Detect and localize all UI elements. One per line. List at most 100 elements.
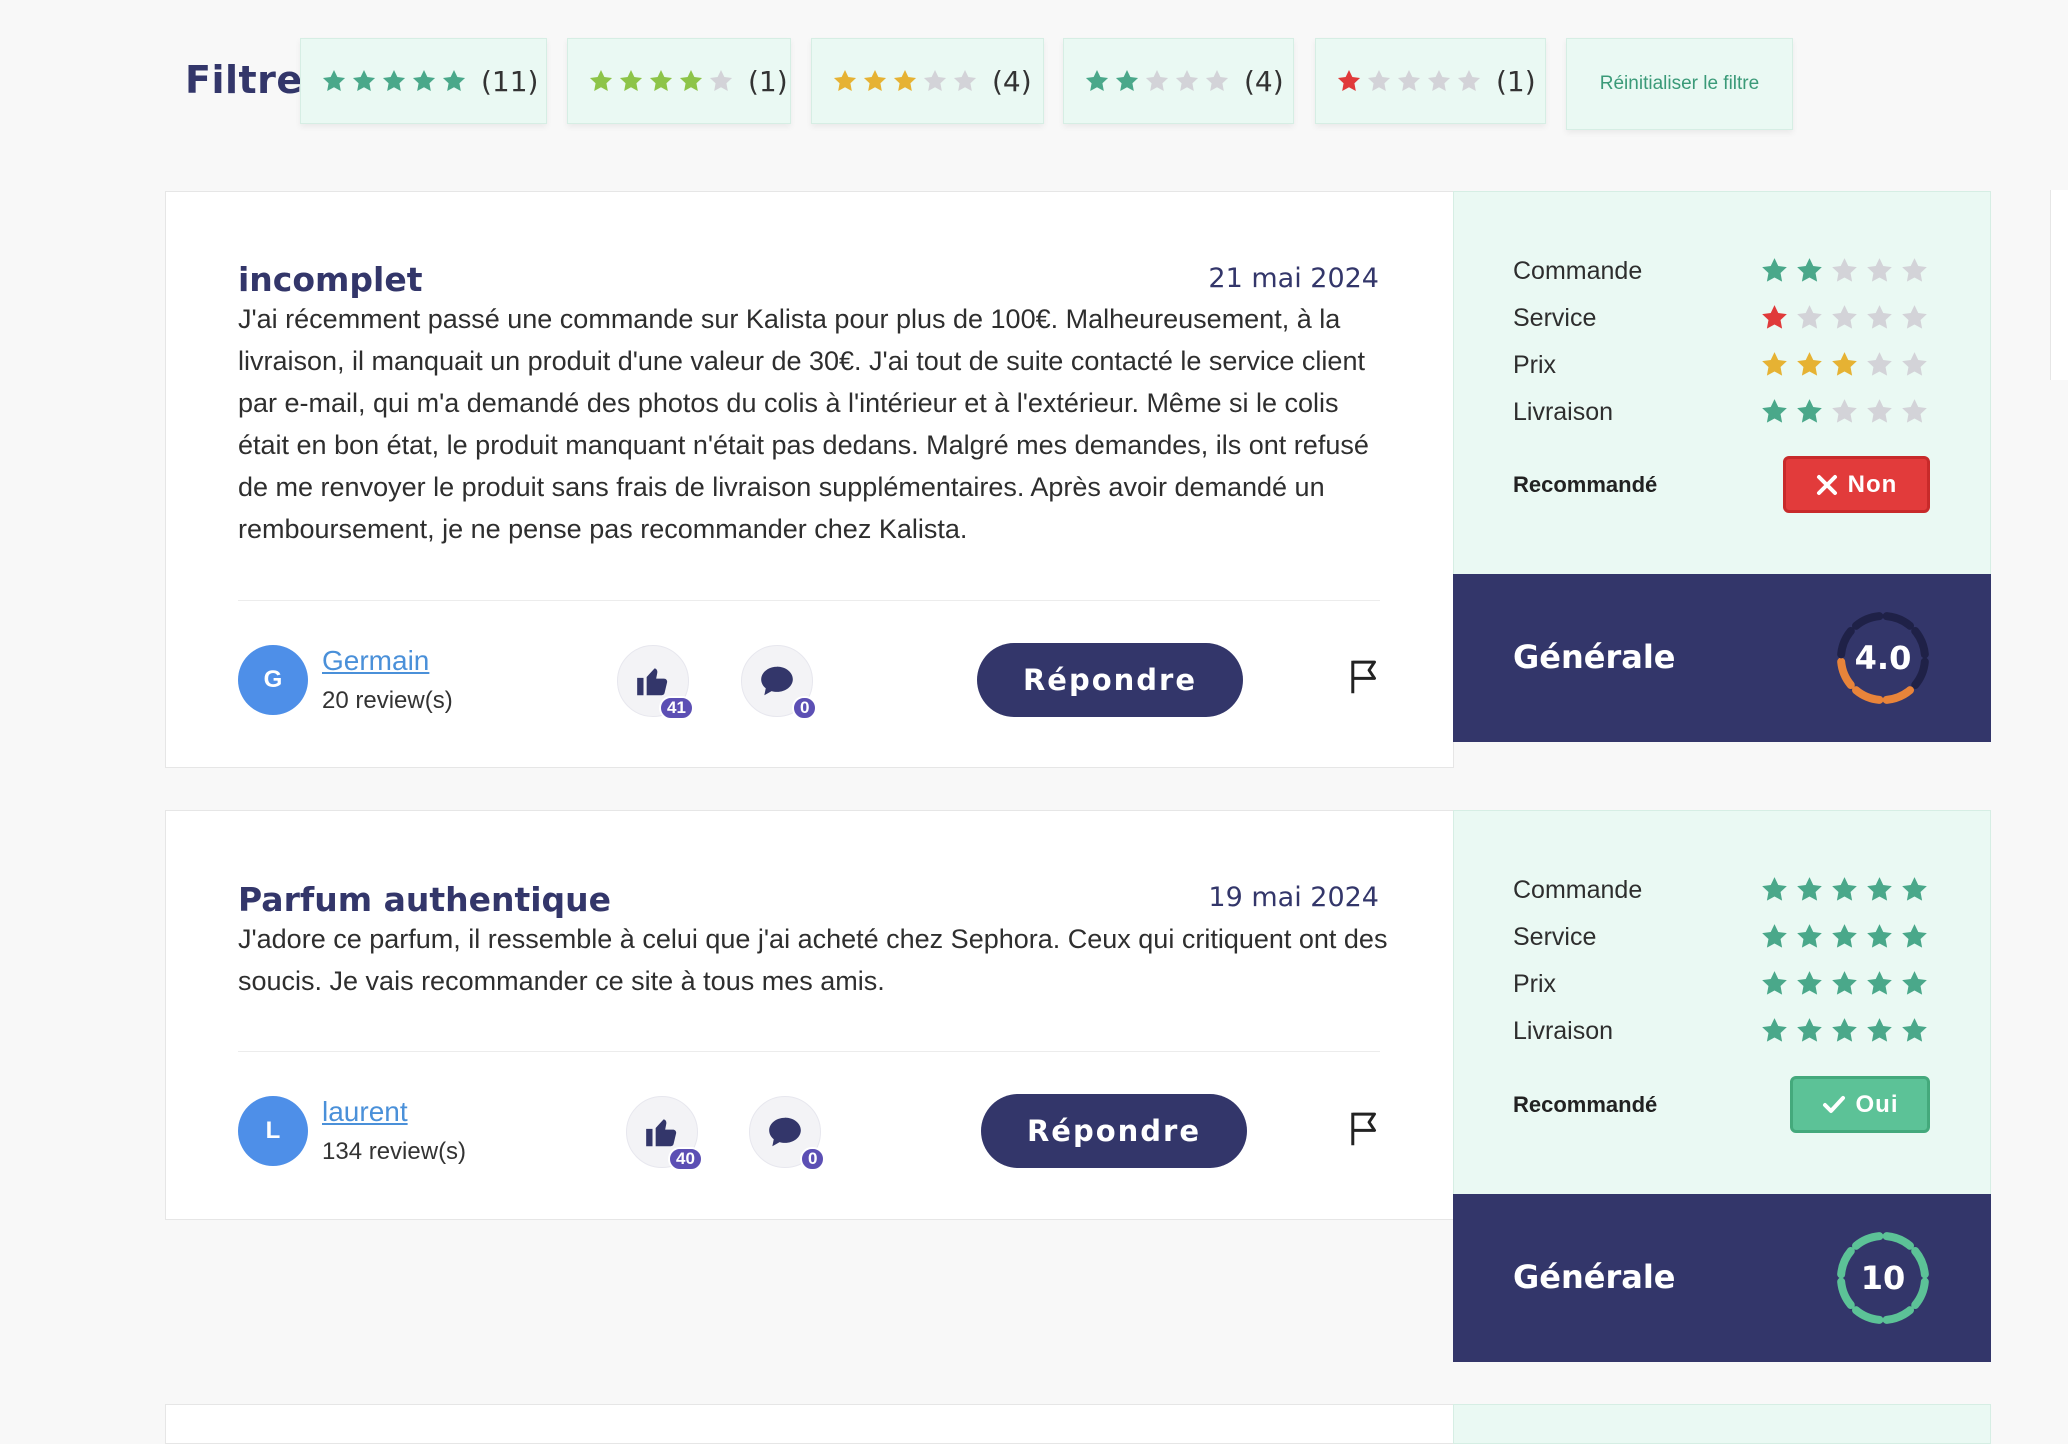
star-filled-icon (863, 69, 887, 91)
star-filled-icon (352, 69, 376, 91)
star-filled-icon (1867, 924, 1892, 948)
star-filled-icon (1832, 877, 1857, 901)
star-filled-icon (412, 69, 436, 91)
star-filled-icon (1797, 1018, 1822, 1042)
close-icon (1816, 474, 1837, 495)
star-empty-icon (1902, 258, 1927, 282)
filter-chip-4-stars[interactable]: (1) (567, 38, 791, 124)
star-rating-5 (321, 68, 467, 94)
score-ring-segment-filled (1852, 1306, 1884, 1324)
star-empty-icon (1867, 352, 1892, 376)
review-body: J'ai récemment passé une commande sur Ka… (238, 304, 1369, 544)
author-review-count: 20 review(s) (322, 687, 453, 714)
star-filled-icon (382, 69, 406, 91)
star-filled-icon (1867, 971, 1892, 995)
star-filled-icon (893, 69, 917, 91)
star-filled-icon (1085, 69, 1109, 91)
star-filled-icon (1337, 69, 1361, 91)
star-filled-icon (1115, 69, 1139, 91)
star-empty-icon (1457, 69, 1481, 91)
review-card (165, 1404, 1454, 1444)
recommended-value: Oui (1855, 1090, 1899, 1118)
star-empty-icon (1145, 69, 1169, 91)
star-filled-icon (1832, 971, 1857, 995)
star-empty-icon (1397, 69, 1421, 91)
general-score: 10 (1860, 1259, 1906, 1297)
star-filled-icon (1902, 971, 1927, 995)
filter-chip-3-stars[interactable]: (4) (811, 38, 1044, 124)
filter-count: (1) (1496, 64, 1536, 98)
thumbs-up-icon (637, 668, 668, 696)
divider (238, 600, 1380, 601)
star-filled-icon (1797, 971, 1822, 995)
star-filled-icon (1762, 924, 1787, 948)
star-filled-icon (589, 69, 613, 91)
star-empty-icon (1902, 399, 1927, 423)
star-filled-icon (1762, 258, 1787, 282)
offscreen-card-edge (2050, 190, 2068, 380)
recommended-value: Non (1847, 470, 1898, 498)
recommended-no-badge: Non (1783, 456, 1930, 513)
score-ring-segment-empty (1882, 612, 1914, 630)
score-ring-segment-empty (1852, 612, 1884, 630)
star-empty-icon (1902, 352, 1927, 376)
star-empty-icon (1902, 305, 1927, 329)
avatar: L (238, 1096, 308, 1166)
review-title: Parfum authentique (238, 880, 612, 919)
star-filled-icon (1902, 1018, 1927, 1042)
star-filled-icon (1797, 877, 1822, 901)
rating-label-prix: Prix (1513, 970, 1557, 998)
star-empty-icon (1175, 69, 1199, 91)
avatar: G (238, 645, 308, 715)
star-filled-icon (322, 69, 346, 91)
star-filled-icon (649, 69, 673, 91)
star-filled-icon (1867, 877, 1892, 901)
star-filled-icon (1762, 971, 1787, 995)
filter-count: (11) (481, 64, 539, 98)
rating-stars-prix (1760, 969, 1929, 998)
general-label: Générale (1513, 1258, 1676, 1296)
filter-chip-2-stars[interactable]: (4) (1063, 38, 1294, 124)
filter-count: (4) (1244, 64, 1284, 98)
star-filled-icon (1762, 877, 1787, 901)
rating-label-commande: Commande (1513, 257, 1643, 285)
star-filled-icon (1832, 352, 1857, 376)
star-filled-icon (1762, 352, 1787, 376)
star-filled-icon (1867, 1018, 1892, 1042)
reply-button[interactable]: Répondre (981, 1094, 1247, 1168)
review-body: J'adore ce parfum, il ressemble à celui … (238, 924, 1388, 996)
reply-button[interactable]: Répondre (977, 643, 1243, 717)
recommended-yes-badge: Oui (1790, 1076, 1930, 1133)
recommended-label: Recommandé (1513, 472, 1658, 497)
review-date: 19 mai 2024 (1208, 882, 1379, 913)
star-filled-icon (679, 69, 703, 91)
reset-filter-button[interactable]: Réinitialiser le filtre (1566, 38, 1793, 130)
star-filled-icon (1797, 399, 1822, 423)
filter-chip-1-star[interactable]: (1) (1315, 38, 1546, 124)
divider (238, 1051, 1380, 1052)
score-ring-segment-filled (1882, 686, 1914, 704)
rating-label-livraison: Livraison (1513, 1017, 1614, 1045)
review-ratings-panel (1453, 191, 1991, 575)
star-filled-icon (1797, 352, 1822, 376)
rating-stars-service (1760, 303, 1929, 332)
star-empty-icon (1832, 258, 1857, 282)
score-ring-segment-filled (1882, 1232, 1914, 1250)
rating-label-commande: Commande (1513, 876, 1643, 904)
star-rating-2 (1084, 68, 1230, 94)
author-link[interactable]: Germain (322, 645, 429, 677)
review-ratings-panel (1453, 810, 1991, 1195)
star-empty-icon (1797, 305, 1822, 329)
star-rating-4 (588, 68, 734, 94)
star-filled-icon (1797, 924, 1822, 948)
author-link[interactable]: laurent (322, 1096, 408, 1128)
star-filled-icon (442, 69, 466, 91)
report-flag-icon[interactable] (1348, 658, 1382, 696)
star-filled-icon (619, 69, 643, 91)
star-empty-icon (1832, 305, 1857, 329)
report-flag-icon[interactable] (1348, 1110, 1382, 1148)
score-ring-segment-filled (1852, 686, 1884, 704)
review-date: 21 mai 2024 (1208, 263, 1379, 294)
star-filled-icon (1902, 924, 1927, 948)
filter-chip-5-stars[interactable]: (11) (300, 38, 547, 124)
